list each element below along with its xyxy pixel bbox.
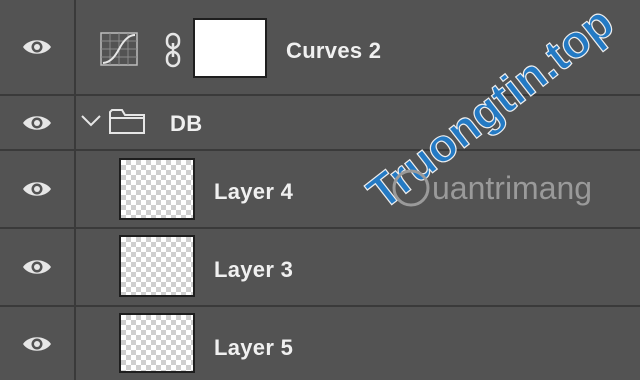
eye-icon[interactable] xyxy=(21,37,53,57)
layer-row-layer-4[interactable]: Layer 4 xyxy=(0,151,640,229)
layer-mask-thumbnail[interactable] xyxy=(193,18,267,78)
visibility-toggle[interactable] xyxy=(0,151,76,227)
link-icon[interactable] xyxy=(164,32,182,68)
eye-icon[interactable] xyxy=(21,113,53,133)
group-name[interactable]: DB xyxy=(170,111,202,137)
folder-icon xyxy=(109,109,145,134)
visibility-toggle[interactable] xyxy=(0,229,76,305)
curves-adjustment-icon xyxy=(100,32,138,66)
layer-thumbnail[interactable] xyxy=(119,235,195,297)
layer-thumbnail[interactable] xyxy=(119,158,195,220)
layers-panel: Curves 2 DB Layer 4 Layer 3 Layer 5 xyxy=(0,0,640,380)
layer-row-curves-2[interactable]: Curves 2 xyxy=(0,0,640,96)
layer-thumbnail[interactable] xyxy=(119,313,195,373)
eye-icon[interactable] xyxy=(21,257,53,277)
layer-name[interactable]: Layer 5 xyxy=(214,335,293,361)
layer-name[interactable]: Layer 4 xyxy=(214,179,293,205)
eye-icon[interactable] xyxy=(21,179,53,199)
visibility-toggle[interactable] xyxy=(0,307,76,380)
visibility-toggle[interactable] xyxy=(0,0,76,94)
visibility-toggle[interactable] xyxy=(0,96,76,149)
layer-row-layer-5[interactable]: Layer 5 xyxy=(0,307,640,380)
layer-name[interactable]: Layer 3 xyxy=(214,257,293,283)
layer-row-layer-3[interactable]: Layer 3 xyxy=(0,229,640,307)
eye-icon[interactable] xyxy=(21,334,53,354)
layer-row-group-db[interactable]: DB xyxy=(0,96,640,151)
chevron-down-icon[interactable] xyxy=(80,114,102,128)
layer-name[interactable]: Curves 2 xyxy=(286,38,381,64)
